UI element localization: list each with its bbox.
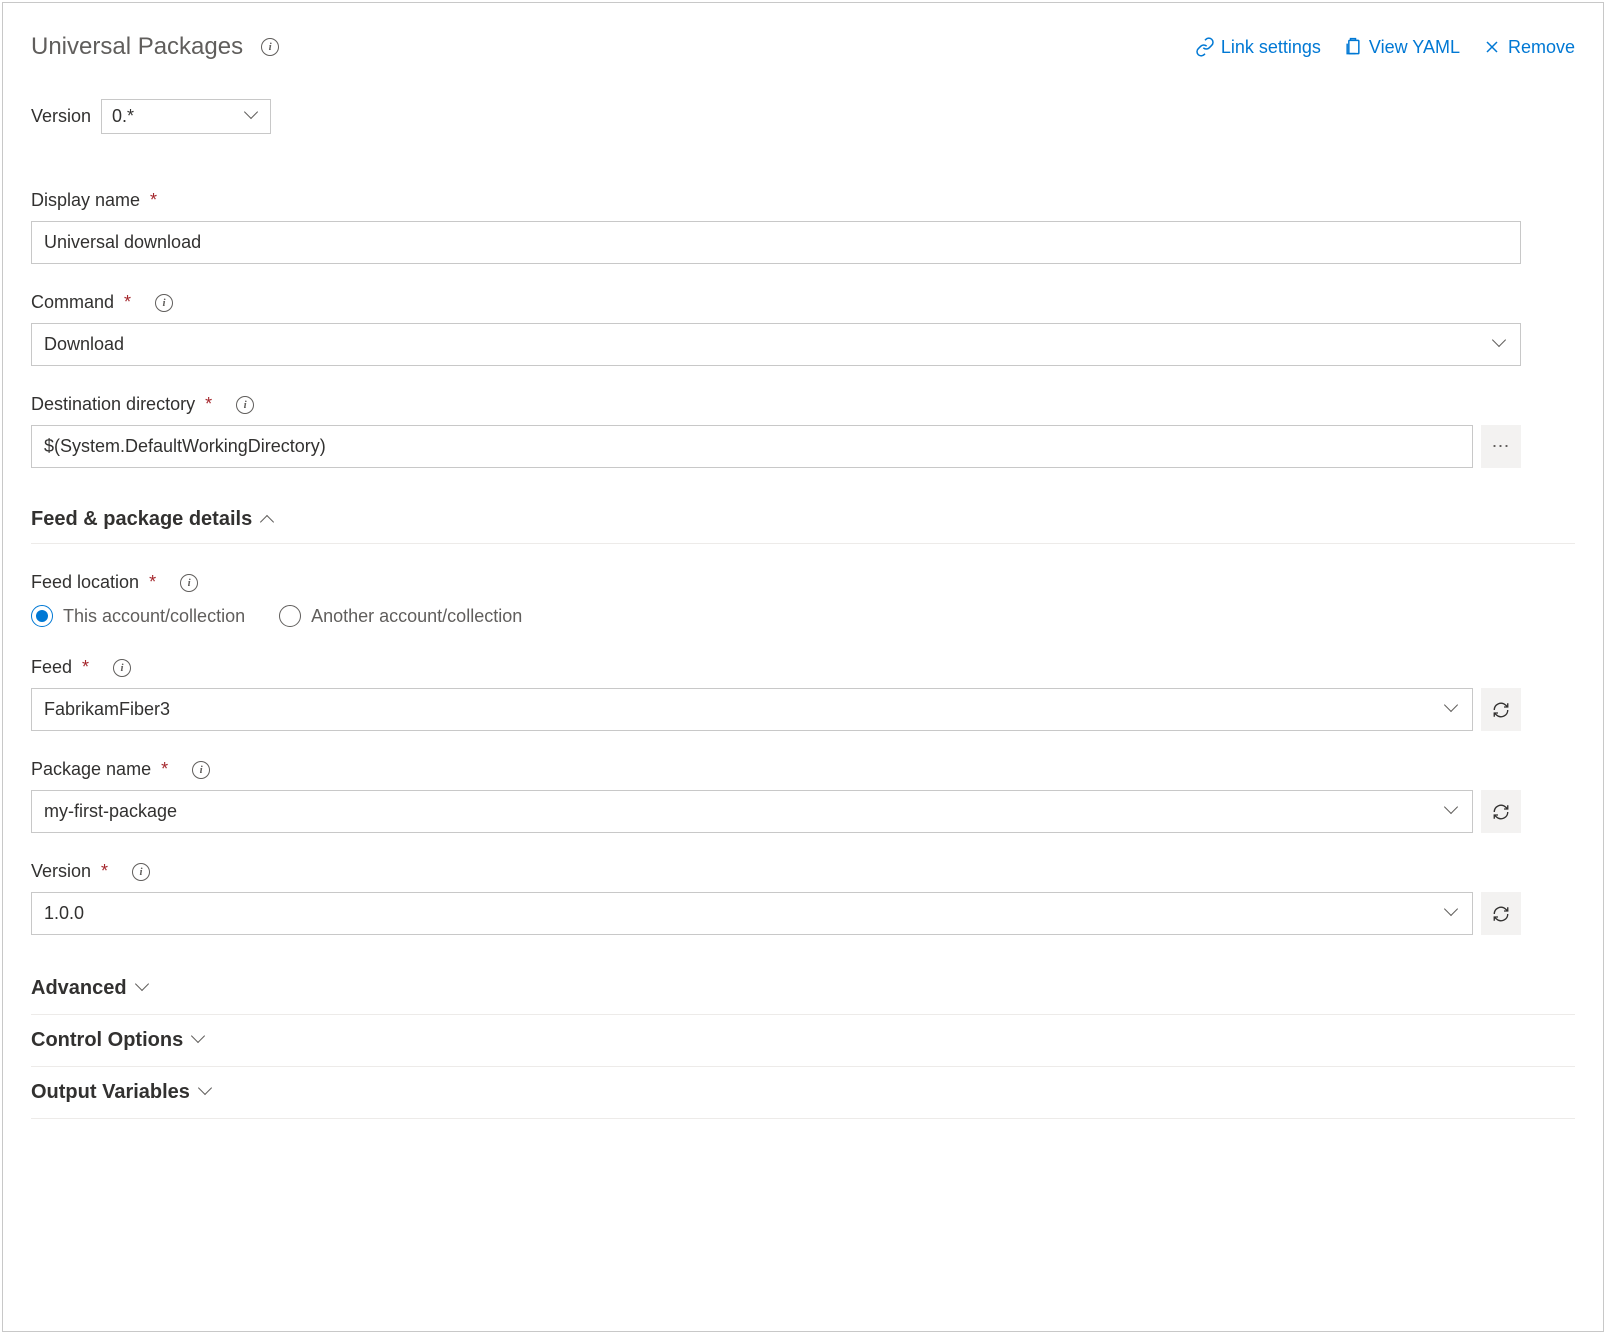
view-yaml-label: View YAML: [1369, 37, 1460, 58]
advanced-section[interactable]: Advanced: [31, 963, 1575, 1015]
remove-button[interactable]: Remove: [1482, 37, 1575, 58]
browse-button[interactable]: ⋯: [1481, 425, 1521, 468]
refresh-package-button[interactable]: [1481, 790, 1521, 833]
radio-label: This account/collection: [63, 606, 245, 627]
view-yaml-button[interactable]: View YAML: [1343, 37, 1460, 58]
radio-icon: [31, 605, 53, 627]
required-marker: *: [150, 190, 157, 211]
required-marker: *: [124, 292, 131, 313]
info-icon[interactable]: i: [132, 863, 150, 881]
refresh-icon: [1492, 905, 1510, 923]
feed-field: Feed* i FabrikamFiber3: [31, 657, 1575, 731]
link-icon: [1195, 37, 1215, 57]
refresh-icon: [1492, 803, 1510, 821]
chevron-down-icon: [246, 110, 260, 124]
radio-another-account[interactable]: Another account/collection: [279, 605, 522, 627]
chevron-down-icon: [137, 982, 151, 996]
link-settings-button[interactable]: Link settings: [1195, 37, 1321, 58]
feed-location-field: Feed location* i This account/collection…: [31, 572, 1575, 627]
clipboard-icon: [1343, 37, 1363, 57]
info-icon[interactable]: i: [113, 659, 131, 677]
feed-location-label: Feed location* i: [31, 572, 1575, 593]
title-area: Universal Packages i: [31, 33, 279, 61]
version-label: Version: [31, 106, 91, 127]
refresh-version-button[interactable]: [1481, 892, 1521, 935]
required-marker: *: [82, 657, 89, 678]
feed-package-details-section[interactable]: Feed & package details: [31, 496, 1575, 544]
chevron-down-icon: [1446, 703, 1460, 717]
header-actions: Link settings View YAML Remove: [1195, 37, 1575, 58]
package-name-field: Package name* i my-first-package: [31, 759, 1575, 833]
chevron-down-icon: [200, 1086, 214, 1100]
required-marker: *: [101, 861, 108, 882]
refresh-feed-button[interactable]: [1481, 688, 1521, 731]
info-icon[interactable]: i: [192, 761, 210, 779]
version-row: Version 0.*: [31, 99, 1575, 134]
refresh-icon: [1492, 701, 1510, 719]
feed-location-radio-group: This account/collection Another account/…: [31, 605, 1575, 627]
required-marker: *: [205, 394, 212, 415]
close-icon: [1482, 37, 1502, 57]
radio-this-account[interactable]: This account/collection: [31, 605, 245, 627]
display-name-input[interactable]: [31, 221, 1521, 264]
output-variables-section[interactable]: Output Variables: [31, 1067, 1575, 1119]
command-field: Command* i Download: [31, 292, 1575, 366]
destination-directory-input[interactable]: [31, 425, 1473, 468]
chevron-down-icon: [1494, 338, 1508, 352]
version-select[interactable]: 0.*: [101, 99, 271, 134]
info-icon[interactable]: i: [236, 396, 254, 414]
package-version-field: Version* i 1.0.0: [31, 861, 1575, 935]
package-name-select[interactable]: my-first-package: [31, 790, 1473, 833]
destination-directory-field: Destination directory* i ⋯: [31, 394, 1575, 468]
required-marker: *: [149, 572, 156, 593]
package-version-select[interactable]: 1.0.0: [31, 892, 1473, 935]
remove-label: Remove: [1508, 37, 1575, 58]
chevron-up-icon: [262, 513, 276, 527]
control-options-section[interactable]: Control Options: [31, 1015, 1575, 1067]
display-name-label: Display name*: [31, 190, 1575, 211]
link-settings-label: Link settings: [1221, 37, 1321, 58]
command-label: Command* i: [31, 292, 1575, 313]
chevron-down-icon: [1446, 805, 1460, 819]
package-version-label: Version* i: [31, 861, 1575, 882]
task-editor-panel: Universal Packages i Link settings View …: [2, 2, 1604, 1332]
radio-label: Another account/collection: [311, 606, 522, 627]
radio-icon: [279, 605, 301, 627]
command-select[interactable]: Download: [31, 323, 1521, 366]
info-icon[interactable]: i: [155, 294, 173, 312]
required-marker: *: [161, 759, 168, 780]
display-name-field: Display name*: [31, 190, 1575, 264]
package-version-value: 1.0.0: [44, 903, 84, 924]
info-icon[interactable]: i: [261, 38, 279, 56]
command-value: Download: [44, 334, 124, 355]
header: Universal Packages i Link settings View …: [31, 33, 1575, 61]
feed-select[interactable]: FabrikamFiber3: [31, 688, 1473, 731]
feed-value: FabrikamFiber3: [44, 699, 170, 720]
page-title: Universal Packages: [31, 33, 243, 61]
package-name-value: my-first-package: [44, 801, 177, 822]
version-value: 0.*: [112, 106, 134, 127]
feed-label: Feed* i: [31, 657, 1575, 678]
package-name-label: Package name* i: [31, 759, 1575, 780]
chevron-down-icon: [193, 1034, 207, 1048]
destination-directory-label: Destination directory* i: [31, 394, 1575, 415]
info-icon[interactable]: i: [180, 574, 198, 592]
chevron-down-icon: [1446, 907, 1460, 921]
ellipsis-icon: ⋯: [1492, 436, 1511, 457]
